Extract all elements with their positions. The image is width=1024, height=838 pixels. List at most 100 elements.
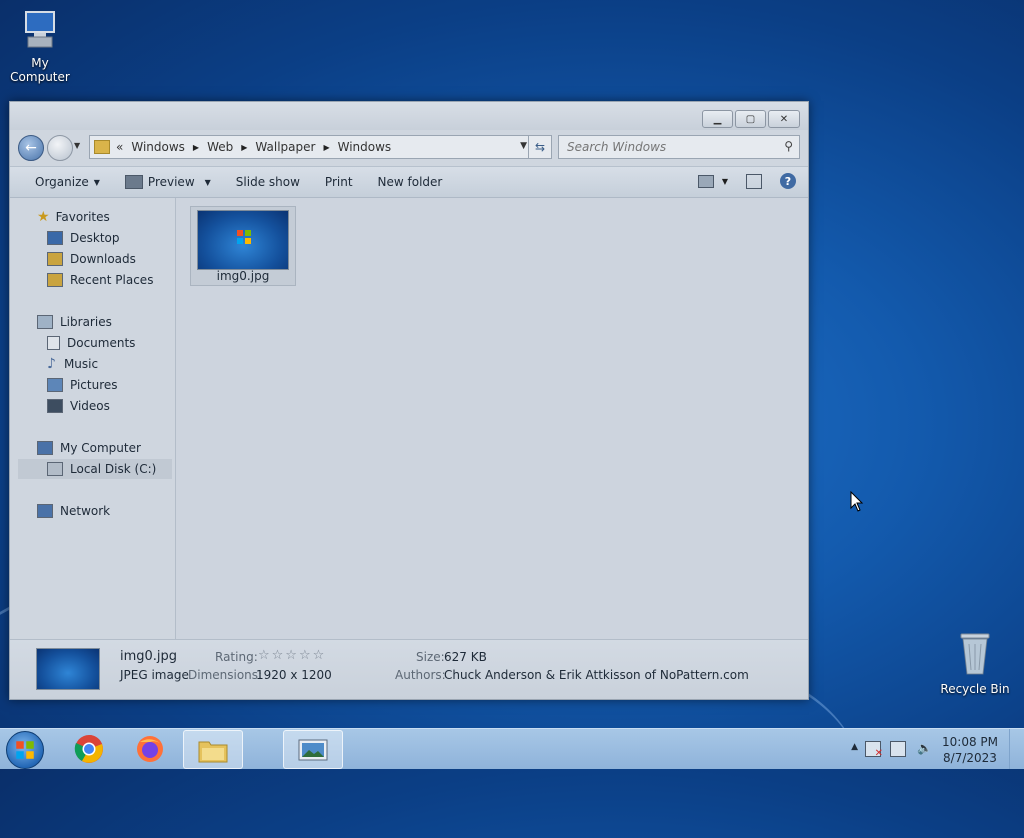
videos-icon <box>47 399 63 413</box>
minimize-button[interactable]: ▁ <box>702 110 733 128</box>
slideshow-button[interactable]: Slide show <box>236 175 300 189</box>
photo-viewer-icon <box>298 739 328 760</box>
nav-label: Network <box>60 504 111 518</box>
file-item[interactable]: img0.jpg <box>190 206 296 286</box>
recent-places-icon <box>47 273 63 287</box>
taskbar: ▲ ✕ 🔈 10:08 PM 8/7/2023 <box>0 728 1024 769</box>
taskbar-photo-viewer[interactable] <box>283 730 343 769</box>
nav-recent-places[interactable]: Recent Places <box>47 270 153 290</box>
preview-label: Preview <box>147 175 195 189</box>
organize-button[interactable]: Organize ▼ <box>35 175 100 189</box>
maximize-button[interactable]: ▢ <box>735 110 766 128</box>
taskbar-firefox[interactable] <box>121 730 179 767</box>
navigation-bar: ← ▼ « Windows ▶ Web ▶ Wallpaper ▶ Window… <box>10 132 808 162</box>
nav-desktop[interactable]: Desktop <box>47 228 120 248</box>
recent-pages-button[interactable]: ▼ <box>74 141 80 150</box>
chevron-right-icon[interactable]: ▶ <box>193 143 199 152</box>
nav-network[interactable]: Network <box>37 501 110 521</box>
explorer-window: ▁ ▢ ✕ ← ▼ « Windows ▶ Web ▶ Wallpaper ▶ … <box>9 101 809 700</box>
start-button[interactable] <box>6 731 44 769</box>
mouse-cursor-icon <box>850 491 864 512</box>
refresh-button[interactable]: ⇆ <box>528 136 551 158</box>
close-button[interactable]: ✕ <box>768 110 800 128</box>
network-icon <box>37 504 53 518</box>
volume-icon[interactable]: 🔈 <box>917 741 932 755</box>
rating-stars[interactable]: ☆☆☆☆☆ <box>258 648 326 663</box>
documents-icon <box>47 336 60 350</box>
libraries-icon <box>37 315 53 329</box>
nav-music[interactable]: ♪ Music <box>47 354 98 374</box>
nav-label: Desktop <box>70 231 120 245</box>
music-icon: ♪ <box>47 356 56 372</box>
breadcrumb-windows-current[interactable]: Windows <box>338 140 392 154</box>
nav-my-computer[interactable]: My Computer <box>37 438 141 458</box>
maximize-icon: ▢ <box>745 113 756 125</box>
nav-pictures[interactable]: Pictures <box>47 375 118 395</box>
network-icon[interactable] <box>890 741 906 757</box>
help-icon[interactable]: ? <box>780 173 796 189</box>
title-bar[interactable]: ▁ ▢ ✕ <box>10 102 808 130</box>
navigation-pane: ★ Favorites Desktop Downloads Recent Plac… <box>10 198 176 639</box>
chevron-down-icon: ▼ <box>74 141 81 150</box>
details-file-type: JPEG image <box>120 668 189 682</box>
file-list: img0.jpg <box>176 198 808 639</box>
nav-local-disk[interactable]: Local Disk (C:) <box>18 459 172 479</box>
nav-label: Local Disk (C:) <box>70 462 157 476</box>
windows-logo-icon <box>16 741 34 759</box>
desktop-icon-label: Recycle Bin <box>940 682 1010 696</box>
nav-label: My Computer <box>60 441 141 455</box>
preview-button[interactable]: Preview ▼ <box>124 175 211 189</box>
computer-icon <box>37 441 53 455</box>
show-desktop-button[interactable] <box>1009 729 1024 769</box>
taskbar-file-explorer[interactable] <box>183 730 243 769</box>
address-dropdown-icon[interactable]: ▼ <box>520 141 527 151</box>
new-folder-label: New folder <box>377 175 443 189</box>
forward-button[interactable] <box>47 135 73 161</box>
nav-libraries[interactable]: Libraries <box>37 312 112 332</box>
nav-label: Libraries <box>60 315 112 329</box>
nav-documents[interactable]: Documents <box>47 333 135 353</box>
nav-label: Videos <box>70 399 110 413</box>
back-button[interactable]: ← <box>18 135 44 161</box>
nav-label: Documents <box>67 336 136 350</box>
file-name: img0.jpg <box>216 269 270 283</box>
command-bar: Organize ▼ Preview ▼ Slide show Print New … <box>10 166 808 198</box>
computer-icon <box>20 8 60 52</box>
system-clock[interactable]: 10:08 PM 8/7/2023 <box>942 734 998 766</box>
rating-label: Rating: <box>215 650 258 664</box>
nav-videos[interactable]: Videos <box>47 396 110 416</box>
breadcrumb-overflow[interactable]: « <box>116 140 123 154</box>
search-input[interactable] <box>565 136 779 158</box>
breadcrumb-web[interactable]: Web <box>207 140 233 154</box>
search-box: ⚲ <box>558 135 800 159</box>
chevron-right-icon[interactable]: ▶ <box>323 143 329 152</box>
downloads-icon <box>47 252 63 266</box>
nav-label: Favorites <box>55 210 110 224</box>
folder-icon <box>198 741 228 762</box>
nav-favorites[interactable]: ★ Favorites <box>37 207 110 227</box>
change-view-button[interactable]: ▼ <box>697 174 728 188</box>
search-icon[interactable]: ⚲ <box>784 139 793 153</box>
desktop-icon-recycle-bin[interactable]: Recycle Bin <box>935 630 1015 696</box>
breadcrumb-windows[interactable]: Windows <box>131 140 185 154</box>
preview-pane-icon[interactable] <box>746 173 762 189</box>
minimize-icon: ▁ <box>713 113 722 125</box>
chevron-down-icon: ▼ <box>721 176 728 186</box>
breadcrumb-wallpaper[interactable]: Wallpaper <box>255 140 315 154</box>
windows-logo-icon <box>237 230 251 244</box>
show-hidden-icons-button[interactable]: ▲ <box>851 742 858 752</box>
print-button[interactable]: Print <box>325 175 353 189</box>
close-icon: ✕ <box>779 113 789 125</box>
taskbar-chrome[interactable] <box>60 730 118 767</box>
desktop-icon-my-computer[interactable]: My Computer <box>0 8 80 84</box>
new-folder-button[interactable]: New folder <box>378 175 443 189</box>
address-bar[interactable]: « Windows ▶ Web ▶ Wallpaper ▶ Windows ▼ … <box>89 135 552 159</box>
authors-value: Chuck Anderson & Erik Attkisson of NoPat… <box>444 668 749 682</box>
nav-downloads[interactable]: Downloads <box>47 249 136 269</box>
recycle-bin-icon <box>955 630 995 678</box>
firefox-icon <box>137 735 163 762</box>
dimensions-label: Dimensions: <box>188 668 263 682</box>
chevron-right-icon[interactable]: ▶ <box>241 143 247 152</box>
chevron-down-icon: ▼ <box>204 177 211 187</box>
action-center-icon[interactable]: ✕ <box>865 741 883 759</box>
